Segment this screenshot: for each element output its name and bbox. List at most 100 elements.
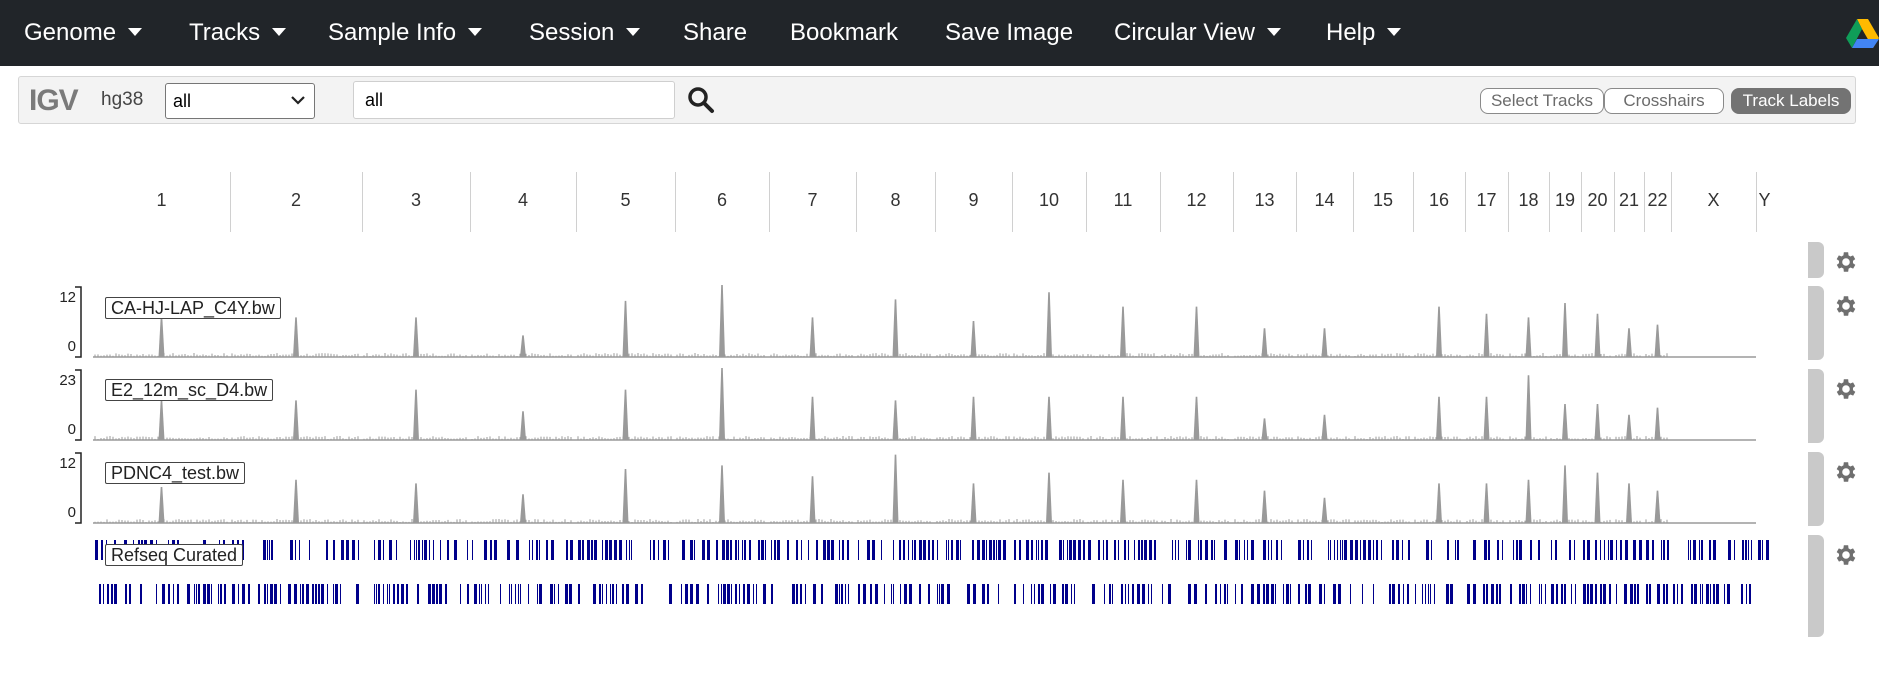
- gene-feature: [1014, 584, 1016, 604]
- chromosome-label[interactable]: 20: [1587, 190, 1607, 211]
- gear-icon[interactable]: [1833, 293, 1859, 319]
- gene-feature: [948, 540, 949, 560]
- track-drag-handle[interactable]: [1808, 242, 1824, 278]
- gene-feature: [805, 584, 806, 604]
- gene-feature: [723, 584, 726, 604]
- track-name-label[interactable]: E2_12m_sc_D4.bw: [105, 379, 274, 401]
- gene-feature: [401, 584, 404, 604]
- nav-sample-info-menu[interactable]: Sample Info: [328, 0, 483, 66]
- wig-peak: [158, 317, 165, 357]
- track-drag-handle[interactable]: [1808, 369, 1824, 443]
- gene-feature: [1132, 584, 1134, 604]
- locus-search-input[interactable]: all: [353, 81, 675, 119]
- chromosome-divider: [1508, 172, 1509, 232]
- chromosome-select[interactable]: all: [165, 83, 315, 119]
- nav-genome-menu[interactable]: Genome: [24, 0, 143, 66]
- gene-feature: [490, 540, 492, 560]
- chromosome-label[interactable]: 1: [156, 190, 166, 211]
- chromosome-divider: [1581, 172, 1582, 232]
- gene-feature: [1530, 584, 1531, 604]
- gene-feature: [1762, 540, 1763, 560]
- chromosome-label[interactable]: 3: [411, 190, 421, 211]
- gene-feature: [1263, 540, 1266, 560]
- gene-feature: [1389, 584, 1391, 604]
- chromosome-label[interactable]: 21: [1619, 190, 1639, 211]
- search-icon[interactable]: [687, 86, 715, 114]
- chromosome-label[interactable]: 2: [291, 190, 301, 211]
- chromosome-label[interactable]: 8: [890, 190, 900, 211]
- gene-feature: [1109, 584, 1111, 604]
- track-drag-handle[interactable]: [1808, 452, 1824, 526]
- gene-feature: [1059, 540, 1062, 560]
- chromosome-label[interactable]: 7: [807, 190, 817, 211]
- chromosome-label[interactable]: X: [1707, 190, 1719, 211]
- google-drive-icon[interactable]: [1846, 19, 1879, 48]
- chromosome-label[interactable]: 17: [1476, 190, 1496, 211]
- gene-feature: [352, 540, 355, 560]
- nav-circular-view-menu[interactable]: Circular View: [1114, 0, 1281, 66]
- chromosome-label[interactable]: 19: [1555, 190, 1575, 211]
- track-drag-handle[interactable]: [1808, 286, 1824, 360]
- gene-feature: [162, 584, 165, 604]
- nav-tracks-menu[interactable]: Tracks: [189, 0, 287, 66]
- nav-circular-view-label: Circular View: [1114, 19, 1255, 46]
- gene-feature: [333, 584, 334, 604]
- gene-feature: [1488, 540, 1490, 560]
- gear-icon[interactable]: [1833, 249, 1859, 275]
- nav-sample-info-label: Sample Info: [328, 19, 457, 46]
- gene-feature: [1266, 584, 1269, 604]
- gene-feature: [518, 584, 519, 604]
- gear-icon[interactable]: [1833, 376, 1859, 402]
- chromosome-label[interactable]: 5: [620, 190, 630, 211]
- gene-feature: [460, 584, 461, 604]
- chromosome-label[interactable]: 10: [1039, 190, 1059, 211]
- gene-feature: [196, 584, 197, 604]
- gene-feature: [1271, 540, 1272, 560]
- gene-feature: [1031, 584, 1032, 604]
- gene-feature: [424, 540, 427, 560]
- nav-bookmark-link[interactable]: Bookmark: [790, 0, 898, 66]
- gene-feature: [1746, 584, 1747, 604]
- chromosome-label[interactable]: 22: [1647, 190, 1667, 211]
- gene-feature: [622, 584, 624, 604]
- track-drag-handle[interactable]: [1808, 535, 1824, 637]
- chromosome-label[interactable]: 9: [968, 190, 978, 211]
- gene-feature: [248, 584, 250, 604]
- chromosome-label[interactable]: Y: [1758, 190, 1770, 211]
- nav-save-image-link[interactable]: Save Image: [945, 0, 1073, 66]
- chromosome-label[interactable]: 4: [518, 190, 528, 211]
- track-labels-button[interactable]: Track Labels: [1731, 88, 1851, 114]
- chromosome-divider: [1413, 172, 1414, 232]
- track-name-label[interactable]: Refseq Curated: [105, 544, 244, 566]
- gene-feature: [1041, 540, 1043, 560]
- nav-share-link[interactable]: Share: [683, 0, 747, 66]
- chromosome-label[interactable]: 12: [1186, 190, 1206, 211]
- chromosome-label[interactable]: 16: [1429, 190, 1449, 211]
- nav-help-menu[interactable]: Help: [1326, 0, 1402, 66]
- gene-feature: [207, 584, 210, 604]
- chromosome-label[interactable]: 6: [717, 190, 727, 211]
- wig-peak: [1562, 404, 1568, 440]
- crosshairs-button[interactable]: Crosshairs: [1604, 88, 1724, 114]
- nav-session-menu[interactable]: Session: [529, 0, 641, 66]
- gene-feature: [1473, 584, 1476, 604]
- gene-feature: [333, 540, 335, 560]
- gene-feature: [1290, 584, 1291, 604]
- gene-feature: [1083, 540, 1085, 560]
- gene-feature: [1215, 584, 1217, 604]
- gear-icon[interactable]: [1833, 459, 1859, 485]
- gene-feature: [847, 540, 849, 560]
- chromosome-label[interactable]: 11: [1114, 190, 1133, 211]
- gene-feature: [681, 584, 682, 604]
- chromosome-label[interactable]: 13: [1254, 190, 1274, 211]
- track-name-label[interactable]: CA-HJ-LAP_C4Y.bw: [105, 297, 281, 319]
- select-tracks-button[interactable]: Select Tracks: [1480, 88, 1604, 114]
- gene-feature: [1205, 584, 1207, 604]
- gene-feature: [747, 584, 750, 604]
- chromosome-label[interactable]: 14: [1314, 190, 1334, 211]
- gene-feature: [1646, 540, 1649, 560]
- chromosome-label[interactable]: 18: [1518, 190, 1538, 211]
- chromosome-label[interactable]: 15: [1373, 190, 1393, 211]
- track-name-label[interactable]: PDNC4_test.bw: [105, 462, 246, 484]
- gear-icon[interactable]: [1833, 542, 1859, 568]
